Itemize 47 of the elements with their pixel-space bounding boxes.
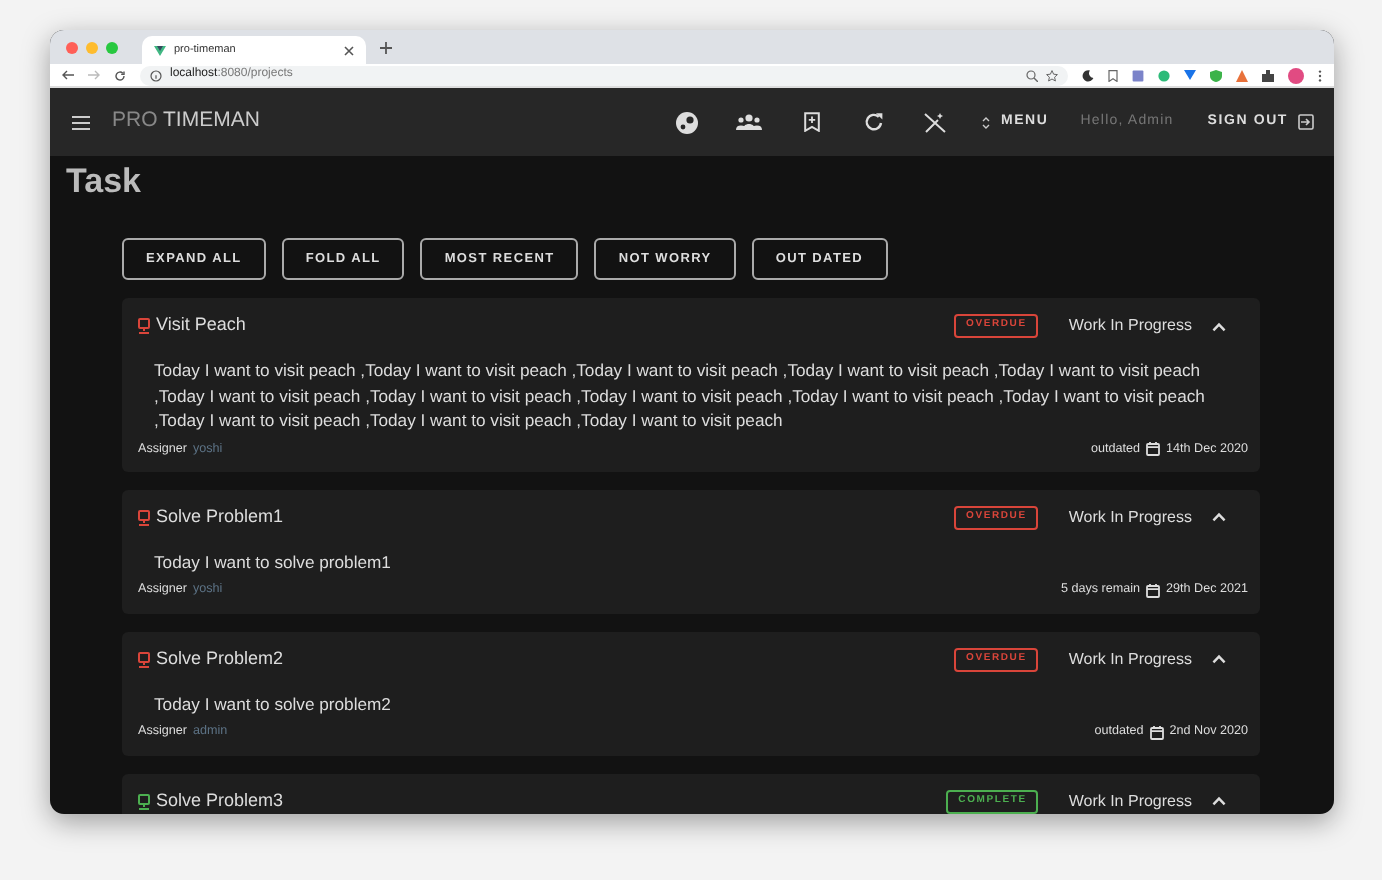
task-description: Today I want to solve problem1 xyxy=(154,549,393,575)
chevron-icon[interactable] xyxy=(1212,512,1226,523)
monitor-icon xyxy=(138,509,150,526)
info-icon xyxy=(150,69,162,81)
task-status: Work In Progress xyxy=(1068,789,1192,814)
task-title: Visit Peach xyxy=(156,312,246,339)
back-arrow-icon[interactable] xyxy=(62,70,74,80)
brand-title: PRO TIMEMAN xyxy=(112,106,260,137)
task-description: Today I want to visit peach ,Today I want to visit peach ,Today I want to visit peach ,Today I want to visit peach ,Today I want to visit peach ,Today I want to visit peach ,Today I want to visit peach ,Today I want to visit peach ,Today I want to visit peach ,Today I want to visit peach ,Today I want to visit peach ,Today I want to visit peach ,Today I want to visit peach xyxy=(154,358,1207,433)
monitor-icon xyxy=(138,318,150,334)
chevron-icon[interactable] xyxy=(1212,796,1226,807)
chevron-icon[interactable] xyxy=(1212,321,1226,331)
star-icon[interactable] xyxy=(1046,69,1058,81)
calendar-icon xyxy=(1146,583,1161,598)
circle-logo-icon[interactable] xyxy=(676,111,699,133)
task-description: Today I want to solve problem2 xyxy=(154,691,393,717)
shield-icon[interactable] xyxy=(1210,69,1222,81)
chevron-icon[interactable] xyxy=(1212,654,1226,665)
zoom-icon[interactable] xyxy=(1026,69,1038,81)
v-logo-icon xyxy=(154,45,166,55)
square-icon[interactable] xyxy=(1132,69,1144,81)
refresh-icon[interactable] xyxy=(863,112,884,132)
bookmark-icon[interactable] xyxy=(1108,69,1118,81)
calendar-icon xyxy=(1149,725,1164,740)
menu-icon[interactable] xyxy=(72,115,90,129)
moon-icon[interactable] xyxy=(1082,69,1094,81)
task-title: Solve Problem1 xyxy=(156,504,284,531)
puzzle-icon[interactable] xyxy=(1262,69,1274,81)
new-tab-icon[interactable] xyxy=(380,41,392,53)
profile-avatar[interactable] xyxy=(1288,67,1304,83)
task-title: Solve Problem3 xyxy=(156,788,284,814)
task-status: Work In Progress xyxy=(1068,505,1192,530)
task-status: Work In Progress xyxy=(1068,314,1192,338)
task-title: Solve Problem2 xyxy=(156,646,284,673)
close-icon[interactable] xyxy=(344,45,354,55)
bookmark-plus-icon[interactable] xyxy=(803,112,820,132)
wand-off-icon[interactable] xyxy=(924,111,947,133)
people-icon[interactable] xyxy=(736,114,763,130)
monitor-icon xyxy=(138,651,150,668)
v-shape-icon[interactable] xyxy=(1184,70,1196,80)
sign-out-icon xyxy=(1298,114,1314,130)
page-title: Task xyxy=(66,160,143,204)
task-status: Work In Progress xyxy=(1068,647,1192,672)
reload-icon[interactable] xyxy=(114,69,126,81)
up-down-caret-icon xyxy=(982,115,991,129)
monitor-icon xyxy=(138,793,150,810)
calendar-icon xyxy=(1146,441,1161,456)
